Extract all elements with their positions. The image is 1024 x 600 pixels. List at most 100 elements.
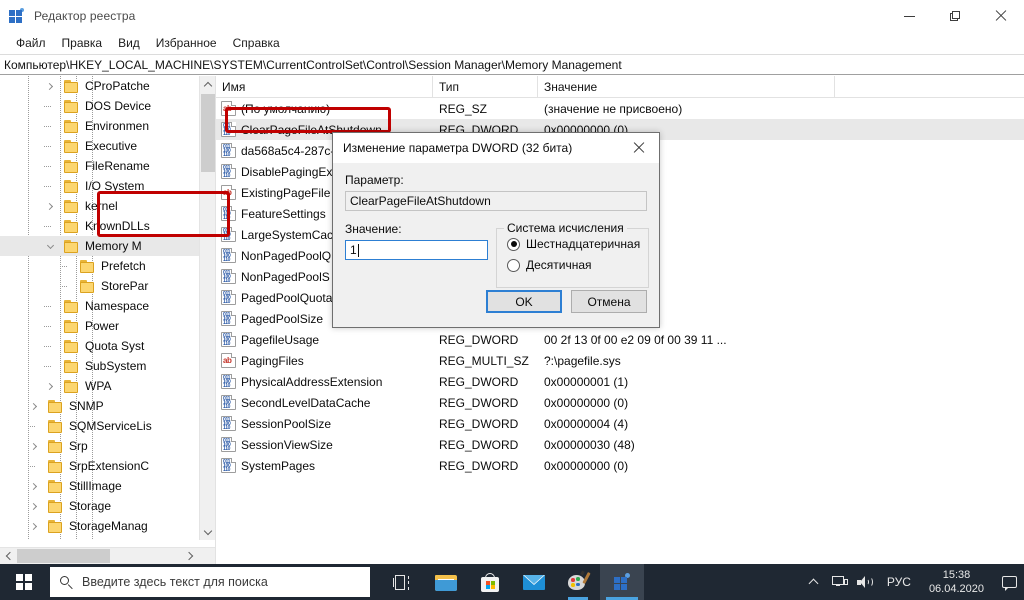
mail-button[interactable] bbox=[512, 564, 556, 600]
close-button[interactable] bbox=[978, 0, 1024, 32]
table-row[interactable]: 011100110SessionViewSizeREG_DWORD0x00000… bbox=[216, 434, 1024, 455]
cancel-button[interactable]: Отмена bbox=[571, 290, 647, 313]
tree-node[interactable]: SNMP bbox=[0, 396, 200, 416]
minimize-button[interactable] bbox=[886, 0, 932, 32]
network-button[interactable] bbox=[827, 564, 853, 600]
tree-node[interactable]: Environmen bbox=[0, 116, 200, 136]
scroll-right-icon[interactable] bbox=[182, 553, 199, 559]
tree-horizontal-scrollbar[interactable] bbox=[0, 547, 216, 564]
value-type-cell: REG_MULTI_SZ bbox=[433, 354, 538, 368]
menu-file[interactable]: Файл bbox=[8, 34, 54, 53]
clock[interactable]: 15:38 06.04.2020 bbox=[919, 568, 994, 596]
tree-node[interactable]: Power bbox=[0, 316, 200, 336]
address-bar[interactable]: Компьютер\HKEY_LOCAL_MACHINE\SYSTEM\Curr… bbox=[0, 54, 1024, 75]
column-header-name[interactable]: Имя bbox=[216, 76, 433, 97]
tree-node[interactable]: StillImage bbox=[0, 476, 200, 496]
registry-tree[interactable]: CProPatche DOS Device EnvironmenExecutiveF… bbox=[0, 76, 200, 540]
tree-node[interactable]: StorPort bbox=[0, 536, 200, 540]
value-type-cell: REG_DWORD bbox=[433, 459, 538, 473]
registry-editor-taskbar-button[interactable] bbox=[600, 564, 644, 600]
folder-icon bbox=[64, 240, 80, 253]
taskbar-search-box[interactable]: Введите здесь текст для поиска bbox=[50, 567, 370, 597]
tree-node[interactable]: SQMServiceLis bbox=[0, 416, 200, 436]
dword-value-icon: 011100110 bbox=[221, 437, 236, 452]
chevron-down-icon[interactable] bbox=[42, 236, 58, 256]
tree-node[interactable]: Quota Syst bbox=[0, 336, 200, 356]
tree-node[interactable]: Srp bbox=[0, 436, 200, 456]
chevron-right-icon[interactable] bbox=[26, 516, 42, 536]
tree-node[interactable]: StorageManag bbox=[0, 516, 200, 536]
dword-value-icon: 011100110 bbox=[221, 416, 236, 431]
tree-node[interactable]: KnownDLLs bbox=[0, 216, 200, 236]
table-row[interactable]: 011100110PhysicalAddressExtensionREG_DWO… bbox=[216, 371, 1024, 392]
table-row[interactable]: 011100110SecondLevelDataCacheREG_DWORD0x… bbox=[216, 392, 1024, 413]
menu-view[interactable]: Вид bbox=[110, 34, 148, 53]
start-button[interactable] bbox=[0, 564, 48, 600]
menu-favorites[interactable]: Избранное bbox=[148, 34, 225, 53]
tree-node[interactable]: Namespace bbox=[0, 296, 200, 316]
chevron-right-icon[interactable] bbox=[26, 496, 42, 516]
table-row[interactable]: 011100110SessionPoolSizeREG_DWORD0x00000… bbox=[216, 413, 1024, 434]
volume-button[interactable] bbox=[853, 564, 879, 600]
value-input[interactable]: 1 bbox=[345, 240, 488, 260]
tree-hscroll-thumb[interactable] bbox=[17, 549, 110, 563]
chevron-right-icon[interactable] bbox=[42, 376, 58, 396]
tree-node-label: DOS Device bbox=[85, 99, 151, 113]
tree-node[interactable]: StorePar bbox=[0, 276, 200, 296]
tree-node[interactable]: Prefetch bbox=[0, 256, 200, 276]
tree-node-label: Storage bbox=[69, 499, 111, 513]
tree-node[interactable]: Storage bbox=[0, 496, 200, 516]
radio-hexadecimal[interactable]: Шестнадцатеричная bbox=[507, 237, 640, 251]
ok-button[interactable]: OK bbox=[486, 290, 562, 313]
tree-vertical-scrollbar[interactable] bbox=[199, 76, 215, 540]
value-name: FeatureSettings bbox=[241, 207, 326, 221]
dialog-title-bar[interactable]: Изменение параметра DWORD (32 бита) bbox=[333, 133, 659, 163]
table-row[interactable]: 011100110PagefileUsageREG_DWORD00 2f 13 … bbox=[216, 329, 1024, 350]
tree-node[interactable]: I/O System bbox=[0, 176, 200, 196]
chevron-right-icon[interactable] bbox=[42, 196, 58, 216]
menu-bar: Файл Правка Вид Избранное Справка bbox=[0, 32, 1024, 54]
dialog-close-button[interactable] bbox=[619, 133, 659, 163]
show-hidden-icons-button[interactable] bbox=[801, 564, 827, 600]
tree-node[interactable]: kernel bbox=[0, 196, 200, 216]
paint-button[interactable] bbox=[556, 564, 600, 600]
maximize-button[interactable] bbox=[932, 0, 978, 32]
registry-icon bbox=[613, 573, 631, 591]
tree-node[interactable]: WPA bbox=[0, 376, 200, 396]
tree-node[interactable]: DOS Device bbox=[0, 96, 200, 116]
menu-edit[interactable]: Правка bbox=[54, 34, 111, 53]
folder-icon bbox=[48, 520, 64, 533]
column-header-type[interactable]: Тип bbox=[433, 76, 538, 97]
chevron-right-icon[interactable] bbox=[26, 476, 42, 496]
table-row[interactable]: abPagingFilesREG_MULTI_SZ?:\pagefile.sys bbox=[216, 350, 1024, 371]
scroll-up-icon[interactable] bbox=[200, 76, 215, 93]
chevron-right-icon[interactable] bbox=[26, 436, 42, 456]
tree-node[interactable]: Executive bbox=[0, 136, 200, 156]
tree-node[interactable]: SubSystem bbox=[0, 356, 200, 376]
scroll-left-icon[interactable] bbox=[0, 553, 17, 559]
language-indicator[interactable]: РУС bbox=[879, 575, 919, 589]
tree-node[interactable]: SrpExtensionC bbox=[0, 456, 200, 476]
dword-value-icon: 011100110 bbox=[221, 227, 236, 242]
chevron-right-icon[interactable] bbox=[42, 76, 58, 96]
show-desktop-button[interactable] bbox=[1020, 564, 1024, 600]
column-header-value[interactable]: Значение bbox=[538, 76, 835, 97]
table-row[interactable]: ab(По умолчанию)REG_SZ(значение не присв… bbox=[216, 98, 1024, 119]
menu-help[interactable]: Справка bbox=[225, 34, 288, 53]
tree-node[interactable]: Memory M bbox=[0, 236, 200, 256]
radio-decimal[interactable]: Десятичная bbox=[507, 258, 640, 272]
value-type-cell: REG_DWORD bbox=[433, 375, 538, 389]
file-explorer-button[interactable] bbox=[424, 564, 468, 600]
dword-value-icon: 011100110 bbox=[221, 248, 236, 263]
chevron-right-icon[interactable] bbox=[26, 396, 42, 416]
tree-node[interactable]: CProPatche bbox=[0, 76, 200, 96]
mail-icon bbox=[523, 575, 545, 590]
table-row[interactable]: 011100110SystemPagesREG_DWORD0x00000000 … bbox=[216, 455, 1024, 476]
tree-scroll-thumb[interactable] bbox=[201, 94, 215, 172]
scroll-down-icon[interactable] bbox=[200, 523, 216, 540]
window-controls bbox=[886, 0, 1024, 32]
title-bar[interactable]: Редактор реестра bbox=[0, 0, 1024, 32]
microsoft-store-button[interactable] bbox=[468, 564, 512, 600]
task-view-button[interactable] bbox=[380, 564, 424, 600]
tree-node[interactable]: FileRename bbox=[0, 156, 200, 176]
